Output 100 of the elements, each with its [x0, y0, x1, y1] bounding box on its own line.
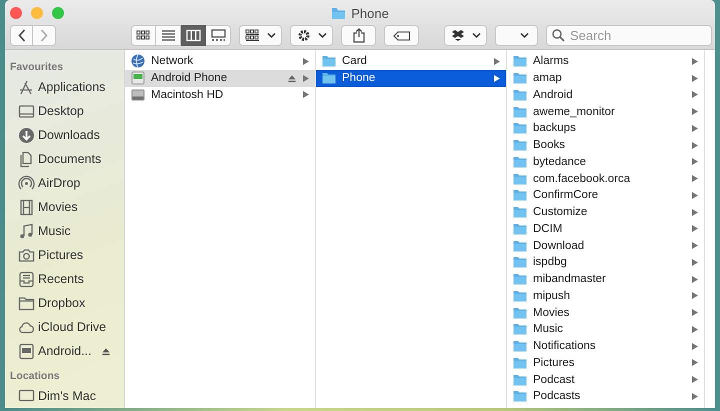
sidebar-item[interactable]: AirDrop [5, 171, 124, 195]
camera-icon [18, 246, 35, 264]
airdrop-icon [18, 174, 35, 192]
folder-icon [18, 294, 35, 312]
column-view-icon [186, 29, 200, 42]
sidebar-item[interactable]: Downloads [5, 123, 124, 147]
file-row[interactable]: Network [125, 53, 315, 70]
globe-icon [131, 54, 145, 68]
disclosure-icon [494, 74, 500, 82]
file-row[interactable]: DCIM [507, 220, 704, 238]
column-view-button[interactable] [181, 25, 206, 46]
sidebar-item[interactable]: Desktop [5, 99, 124, 123]
search-field[interactable]: Search [546, 25, 712, 46]
dropbox-button[interactable] [444, 25, 487, 46]
disclosure-icon [692, 292, 698, 300]
share-button[interactable] [341, 25, 376, 46]
file-row[interactable]: Music [507, 321, 704, 338]
folder-icon [513, 272, 527, 286]
sidebar-item[interactable]: Recents [5, 267, 124, 291]
file-row[interactable]: Phone [316, 70, 506, 86]
file-row[interactable]: backups [507, 120, 704, 137]
folder-icon [513, 121, 527, 136]
gallery-view-button[interactable] [206, 25, 231, 46]
folder-icon [513, 188, 527, 202]
file-row[interactable]: aweme_monitor [507, 103, 704, 120]
chevron-down-icon [520, 32, 529, 39]
drive-icon [18, 342, 35, 360]
file-row[interactable]: bytedance [507, 154, 704, 170]
file-row[interactable]: mibandmaster [507, 270, 704, 288]
file-row[interactable]: Pictures [507, 354, 704, 372]
file-row[interactable]: Books [507, 136, 704, 154]
window-title: Phone [351, 6, 389, 20]
file-row[interactable]: Macintosh HD [125, 86, 315, 104]
file-row[interactable]: ConfirmCore [507, 187, 704, 204]
chevron-down-icon [267, 32, 276, 39]
tag-button[interactable] [384, 25, 419, 46]
sidebar-item[interactable]: Dim's Mac [5, 384, 124, 408]
file-row[interactable]: Movies [507, 304, 704, 321]
folder-icon [513, 71, 527, 86]
tray-icon [18, 270, 35, 288]
disclosure-icon [692, 208, 698, 216]
file-row[interactable]: Card [316, 53, 506, 70]
close-button[interactable] [10, 7, 22, 19]
folder-icon [513, 238, 527, 253]
eject-icon[interactable] [100, 346, 111, 356]
share-icon [352, 28, 364, 43]
sidebar-item[interactable]: Applications [5, 75, 124, 99]
folder-icon [513, 372, 527, 387]
sidebar-item[interactable]: Dropbox [5, 291, 124, 315]
disclosure-icon [692, 276, 698, 283]
icon-view-button[interactable] [131, 25, 156, 46]
download-icon [18, 126, 35, 144]
folder-icon [513, 356, 527, 370]
disclosure-icon [303, 74, 309, 82]
sidebar-item[interactable]: Movies [5, 195, 124, 219]
disclosure-icon [692, 359, 698, 366]
disclosure-icon [692, 309, 698, 316]
sidebar-item[interactable]: Pictures [5, 243, 124, 267]
disclosure-icon [692, 175, 698, 182]
sidebar-item[interactable]: Documents [5, 147, 124, 171]
folder-icon [513, 288, 527, 303]
back-button[interactable] [10, 25, 33, 46]
file-row[interactable]: mipush [507, 288, 704, 304]
folder-icon [513, 389, 527, 404]
chevron-left-icon [18, 29, 26, 42]
disclosure-icon [692, 91, 698, 98]
sidebar-item[interactable]: Android... [5, 339, 124, 363]
disclosure-icon [692, 242, 698, 250]
sidebar-item[interactable]: Music [5, 219, 124, 243]
file-row[interactable]: Customize [507, 204, 704, 220]
folder-icon [513, 154, 527, 169]
disclosure-icon [692, 376, 698, 384]
file-row[interactable]: Android [507, 86, 704, 104]
disclosure-icon [692, 74, 698, 82]
folder-icon [513, 205, 527, 220]
settings-button[interactable] [290, 25, 333, 46]
disclosure-icon [692, 124, 698, 132]
file-row[interactable]: Alarms [507, 53, 704, 70]
file-row[interactable]: Notifications [507, 338, 704, 354]
file-row[interactable]: com.facebook.orca [507, 170, 704, 187]
file-row[interactable]: Podcasts [507, 388, 704, 405]
file-row[interactable]: Podcast [507, 371, 704, 388]
sidebar-item[interactable]: iCloud Drive [5, 315, 124, 339]
file-row[interactable]: Android Phone [125, 70, 315, 86]
folder-icon [513, 339, 527, 354]
section-heading: Favourites [9, 60, 64, 75]
disclosure-icon [692, 342, 698, 350]
disclosure-icon [494, 58, 500, 65]
disclosure-icon [692, 158, 698, 166]
disclosure-icon [692, 58, 698, 65]
list-view-button[interactable] [156, 25, 181, 46]
file-row[interactable]: Download [507, 237, 704, 254]
eject-icon[interactable] [287, 74, 297, 83]
file-row[interactable]: ispdbg [507, 254, 704, 271]
disclosure-icon [692, 326, 698, 333]
group-button[interactable] [239, 25, 282, 46]
folder-icon [513, 255, 527, 270]
grid-icon [245, 29, 260, 42]
file-row[interactable]: amap [507, 70, 704, 86]
music-note-icon [18, 222, 35, 240]
